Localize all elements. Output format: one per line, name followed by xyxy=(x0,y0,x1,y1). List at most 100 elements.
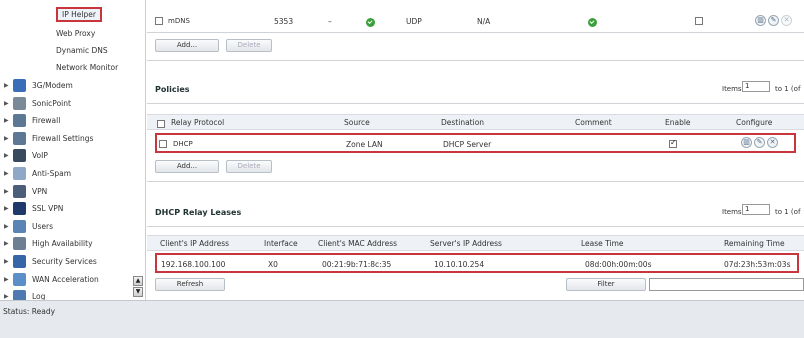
ssl-vpn-icon xyxy=(13,202,26,216)
sidebar-subitem-web-proxy[interactable]: Web Proxy xyxy=(0,25,130,42)
refresh-button[interactable]: Refresh xyxy=(155,278,225,291)
sidebar-item-3g-modem[interactable]: ▶ 3G/Modem xyxy=(0,77,140,94)
sidebar-item-label: Users xyxy=(32,221,54,231)
mdns-port: 5353 xyxy=(274,17,294,26)
expand-arrow-icon[interactable]: ▶ xyxy=(4,165,9,182)
edit-icon[interactable]: ✎ xyxy=(754,137,765,148)
scroll-up-button[interactable]: ▲ xyxy=(133,276,143,286)
expand-arrow-icon[interactable]: ▶ xyxy=(4,271,9,288)
col-remaining-time: Remaining Time xyxy=(724,239,785,248)
add-button[interactable]: Add... xyxy=(155,39,219,52)
leases-items-range: to 1 (of xyxy=(775,208,801,216)
edit-icon[interactable]: ✎ xyxy=(768,15,779,26)
col-destination: Destination xyxy=(441,118,485,127)
sidebar-item-users[interactable]: ▶ Users xyxy=(0,218,140,235)
policies-title: Policies xyxy=(155,85,190,94)
filter-button[interactable]: Filter xyxy=(566,278,646,291)
sidebar-subitem-label: Dynamic DNS xyxy=(56,46,108,55)
policies-select-all-checkbox[interactable] xyxy=(157,120,165,128)
sidebar-item-anti-spam[interactable]: ▶ Anti-Spam xyxy=(0,165,140,182)
sidebar-item-sonicpoint[interactable]: ▶ SonicPoint xyxy=(0,95,140,112)
sidebar-subitem-label: Web Proxy xyxy=(56,29,96,38)
policy-add-button[interactable]: Add... xyxy=(155,160,219,173)
delete-icon[interactable]: ✕ xyxy=(781,15,792,26)
sidebar-subitem-label: IP Helper xyxy=(56,7,102,22)
sidebar-item-voip[interactable]: ▶ VoIP xyxy=(0,147,140,164)
sidebar-item-vpn[interactable]: ▶ VPN xyxy=(0,183,140,200)
expand-arrow-icon[interactable]: ▶ xyxy=(4,253,9,270)
ha-icon xyxy=(13,237,26,251)
sidebar-item-label: 3G/Modem xyxy=(32,81,73,90)
expand-arrow-icon[interactable]: ▶ xyxy=(4,77,9,94)
policy-enable-checkbox[interactable] xyxy=(669,140,677,148)
expand-arrow-icon[interactable]: ▶ xyxy=(4,95,9,112)
main-panel: mDNS 5353 – UDP N/A ▥ ✎ ✕ Add... Delete Po… xyxy=(147,0,804,300)
sidebar-item-wan-acceleration[interactable]: ▶ WAN Acceleration xyxy=(0,271,140,288)
sidebar-subitem-ip-helper[interactable]: IP Helper xyxy=(0,6,130,23)
expand-arrow-icon[interactable]: ▶ xyxy=(4,235,9,252)
col-configure: Configure xyxy=(736,118,773,127)
policies-items-label: Items xyxy=(722,85,742,93)
expand-arrow-icon[interactable]: ▶ xyxy=(4,183,9,200)
leases-items-input[interactable]: 1 xyxy=(742,204,770,215)
policies-items-input[interactable]: 1 xyxy=(742,81,770,92)
col-interface: Interface xyxy=(264,239,298,248)
sidebar-nav: IP Helper Web Proxy Dynamic DNS Network … xyxy=(0,0,146,304)
policies-items-range: to 1 (of xyxy=(775,85,801,93)
mail-icon xyxy=(13,167,26,180)
delete-button[interactable]: Delete xyxy=(226,39,272,52)
shield-icon xyxy=(13,255,26,268)
mdns-dash: – xyxy=(328,17,332,26)
sidebar-item-firewall[interactable]: ▶ Firewall xyxy=(0,112,140,129)
col-client-mac: Client's MAC Address xyxy=(318,239,398,248)
mdns-checkbox[interactable] xyxy=(155,17,163,25)
filter-input[interactable] xyxy=(649,278,804,291)
sidebar-subitem-network-monitor[interactable]: Network Monitor xyxy=(0,59,130,76)
lease-client-ip: 192.168.100.100 xyxy=(161,260,226,269)
stats-icon[interactable]: ▥ xyxy=(755,15,766,26)
policy-protocol: DHCP xyxy=(173,140,193,148)
sidebar-item-label: Security Services xyxy=(32,257,97,266)
expand-arrow-icon[interactable]: ▶ xyxy=(4,112,9,129)
sidebar-item-label: High Availability xyxy=(32,239,93,249)
status-text: Status: Ready xyxy=(3,307,56,316)
col-server-ip: Server's IP Address xyxy=(430,239,502,248)
policy-delete-button[interactable]: Delete xyxy=(226,160,272,173)
firewall-settings-icon xyxy=(13,131,26,145)
sidebar-item-label: Anti-Spam xyxy=(32,169,72,178)
sidebar-item-high-availability[interactable]: ▶ High Availability xyxy=(0,235,140,252)
sidebar-item-label: VPN xyxy=(32,186,48,196)
sidebar-item-ssl-vpn[interactable]: ▶ SSL VPN xyxy=(0,200,140,217)
expand-arrow-icon[interactable]: ▶ xyxy=(4,200,9,217)
expand-arrow-icon[interactable]: ▶ xyxy=(4,218,9,235)
vpn-icon xyxy=(13,184,26,198)
modem-icon xyxy=(13,79,26,92)
check-ok-icon xyxy=(366,17,375,27)
col-lease-time: Lease Time xyxy=(581,239,624,248)
policy-row-dhcp[interactable]: DHCP Zone LAN DHCP Server ▥✎✕ xyxy=(155,133,796,153)
sidebar-subitem-dynamic-dns[interactable]: Dynamic DNS xyxy=(0,42,130,59)
scroll-down-button[interactable]: ▼ xyxy=(133,287,143,297)
leases-header-row: Client's IP Address Interface Client's M… xyxy=(147,235,804,251)
users-icon xyxy=(13,219,26,233)
lease-row[interactable]: 192.168.100.100 X0 00:21:9b:71:8c:35 10.… xyxy=(155,253,799,273)
stats-icon[interactable]: ▥ xyxy=(741,137,752,148)
sidebar-item-security-services[interactable]: ▶ Security Services xyxy=(0,253,140,270)
sidebar-item-firewall-settings[interactable]: ▶ Firewall Settings xyxy=(0,130,140,147)
policy-row-checkbox[interactable] xyxy=(159,140,167,148)
mdns-na: N/A xyxy=(477,17,491,26)
sidebar-item-label: VoIP xyxy=(32,151,48,161)
col-enable: Enable xyxy=(665,118,691,127)
mdns-enable-checkbox[interactable] xyxy=(695,17,703,25)
col-client-ip: Client's IP Address xyxy=(160,239,230,248)
delete-icon[interactable]: ✕ xyxy=(767,137,778,148)
expand-arrow-icon[interactable]: ▶ xyxy=(4,147,9,164)
expand-arrow-icon[interactable]: ▶ xyxy=(4,130,9,147)
check-ok-icon xyxy=(588,17,597,27)
mdns-row: mDNS 5353 – UDP N/A ▥ ✎ ✕ xyxy=(147,14,804,30)
col-relay-protocol: Relay Protocol xyxy=(171,118,225,127)
leases-title: DHCP Relay Leases xyxy=(155,208,242,217)
wan-icon xyxy=(13,272,26,286)
lease-mac: 00:21:9b:71:8c:35 xyxy=(322,260,392,269)
sidebar-item-label: SSL VPN xyxy=(32,204,64,214)
